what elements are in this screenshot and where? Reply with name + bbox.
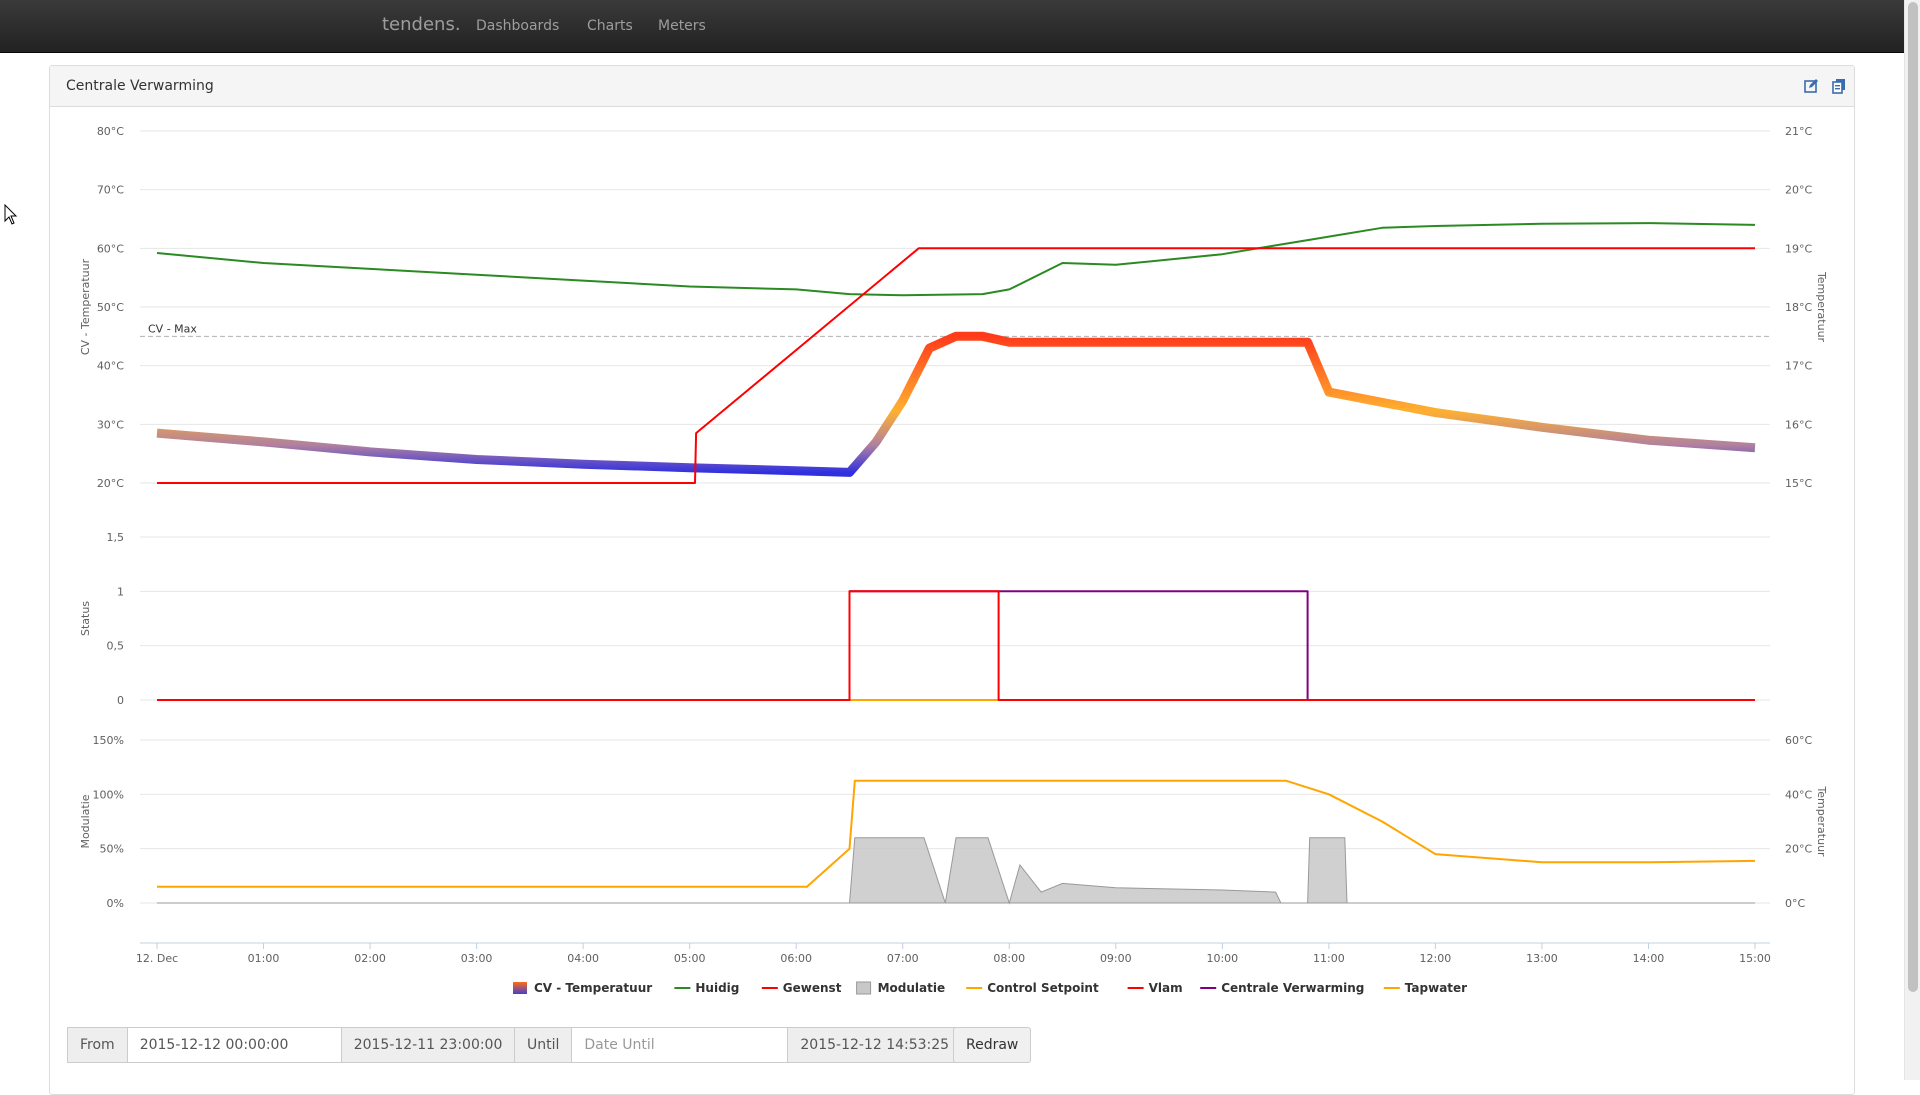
until-label: Until: [514, 1027, 573, 1063]
cv-max-label: CV - Max: [148, 322, 197, 335]
y2-axis-title: Temperatuur: [1815, 785, 1828, 857]
legend-item-tapwater[interactable]: Tapwater: [1405, 981, 1467, 995]
x-tick-label: 09:00: [1100, 952, 1132, 965]
page-scrollbar[interactable]: [1904, 0, 1920, 1080]
y2-tick-label: 17°C: [1785, 360, 1812, 373]
scrollbar-thumb[interactable]: [1908, 2, 1918, 992]
x-tick-label: 03:00: [461, 952, 493, 965]
x-tick-label: 12. Dec: [136, 952, 178, 965]
y2-tick-label: 21°C: [1785, 125, 1812, 138]
legend-item-gewenst[interactable]: Gewenst: [783, 981, 842, 995]
y-tick-label: 1,5: [107, 531, 125, 544]
x-tick-label: 11:00: [1313, 952, 1345, 965]
y2-tick-label: 20°C: [1785, 843, 1812, 856]
x-tick-label: 14:00: [1633, 952, 1665, 965]
series-modulatie: [157, 837, 1755, 905]
legend-item-cv-temperatuur-symbol: [513, 982, 527, 994]
redraw-button[interactable]: Redraw: [953, 1027, 1032, 1063]
y-tick-label: 50°C: [97, 301, 124, 314]
x-tick-label: 13:00: [1526, 952, 1558, 965]
y-axis-title: CV - Temperatuur: [79, 258, 92, 355]
y-tick-label: 60°C: [97, 242, 124, 255]
legend-item-modulatie-symbol: [856, 981, 872, 995]
y-tick-label: 1: [117, 585, 124, 598]
x-tick-label: 10:00: [1206, 952, 1238, 965]
y-axis-title: Modulatie: [79, 794, 92, 848]
y-tick-label: 70°C: [97, 184, 124, 197]
until-date-input[interactable]: Date Until: [572, 1027, 789, 1063]
y2-tick-label: 40°C: [1785, 788, 1812, 801]
legend-item-cv-temperatuur[interactable]: CV - Temperatuur: [534, 981, 652, 995]
legend-item-vlam[interactable]: Vlam: [1149, 981, 1183, 995]
x-tick-label: 01:00: [248, 952, 280, 965]
x-tick-label: 12:00: [1420, 952, 1452, 965]
y-tick-label: 0: [117, 694, 124, 707]
until-hint: 2015-12-12 14:53:25: [788, 1027, 963, 1063]
x-tick-label: 05:00: [674, 952, 706, 965]
x-tick-label: 07:00: [887, 952, 919, 965]
y-tick-label: 100%: [93, 788, 124, 801]
legend-item-huidig[interactable]: Huidig: [695, 981, 739, 995]
x-tick-label: 15:00: [1739, 952, 1771, 965]
y2-axis-title: Temperatuur: [1815, 271, 1828, 343]
chart-area: 20°C 30°C 40°C 50°C 60°C 70°C 80°C CV - Tempera…: [79, 125, 1828, 995]
y-tick-label: 0,5: [107, 640, 125, 653]
y2-tick-label: 20°C: [1785, 184, 1812, 197]
y-tick-label: 30°C: [97, 418, 124, 431]
y-tick-label: 20°C: [97, 477, 124, 490]
y2-tick-label: 16°C: [1785, 418, 1812, 431]
y-tick-label: 40°C: [97, 360, 124, 373]
x-tick-label: 06:00: [780, 952, 812, 965]
y2-tick-label: 19°C: [1785, 242, 1812, 255]
legend-item-centrale-verwarming[interactable]: Centrale Verwarming: [1221, 981, 1364, 995]
from-group: From 2015-12-12 00:00:00 2015-12-11 23:0…: [67, 1027, 516, 1063]
series-cv-temperatuur: [156, 331, 1756, 477]
until-group: Until Date Until 2015-12-12 14:53:25: [514, 1027, 963, 1063]
y2-tick-label: 0°C: [1785, 897, 1805, 910]
from-label: From: [67, 1027, 128, 1063]
y2-tick-label: 15°C: [1785, 477, 1812, 490]
from-hint: 2015-12-11 23:00:00: [341, 1027, 516, 1063]
y-tick-label: 80°C: [97, 125, 124, 138]
y2-tick-label: 18°C: [1785, 301, 1812, 314]
x-tick-label: 08:00: [993, 952, 1025, 965]
y-axis-title: Status: [79, 601, 92, 636]
y-tick-label: 150%: [93, 734, 124, 747]
y-tick-label: 50%: [100, 843, 124, 856]
y-tick-label: 0%: [107, 897, 124, 910]
x-tick-label: 02:00: [354, 952, 386, 965]
y2-tick-label: 60°C: [1785, 734, 1812, 747]
legend-item-control-setpoint[interactable]: Control Setpoint: [987, 981, 1099, 995]
x-tick-label: 04:00: [567, 952, 599, 965]
from-date-input[interactable]: 2015-12-12 00:00:00: [127, 1027, 342, 1063]
series-huidig: [156, 222, 1756, 297]
legend-item-modulatie[interactable]: Modulatie: [878, 981, 946, 995]
